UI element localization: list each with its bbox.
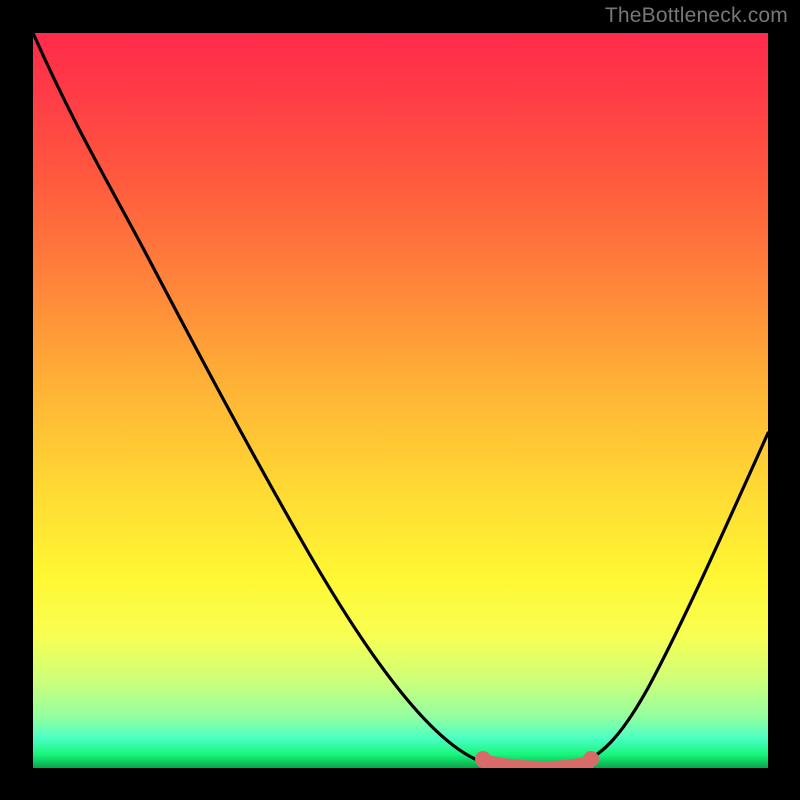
bottleneck-curve-path	[33, 33, 768, 768]
optimal-range-start-marker	[475, 751, 491, 767]
optimal-range-highlight	[483, 761, 588, 768]
plot-area	[33, 33, 768, 768]
bottleneck-chart	[33, 33, 768, 768]
optimal-range-end-marker	[583, 751, 599, 767]
attribution-text: TheBottleneck.com	[605, 4, 788, 28]
